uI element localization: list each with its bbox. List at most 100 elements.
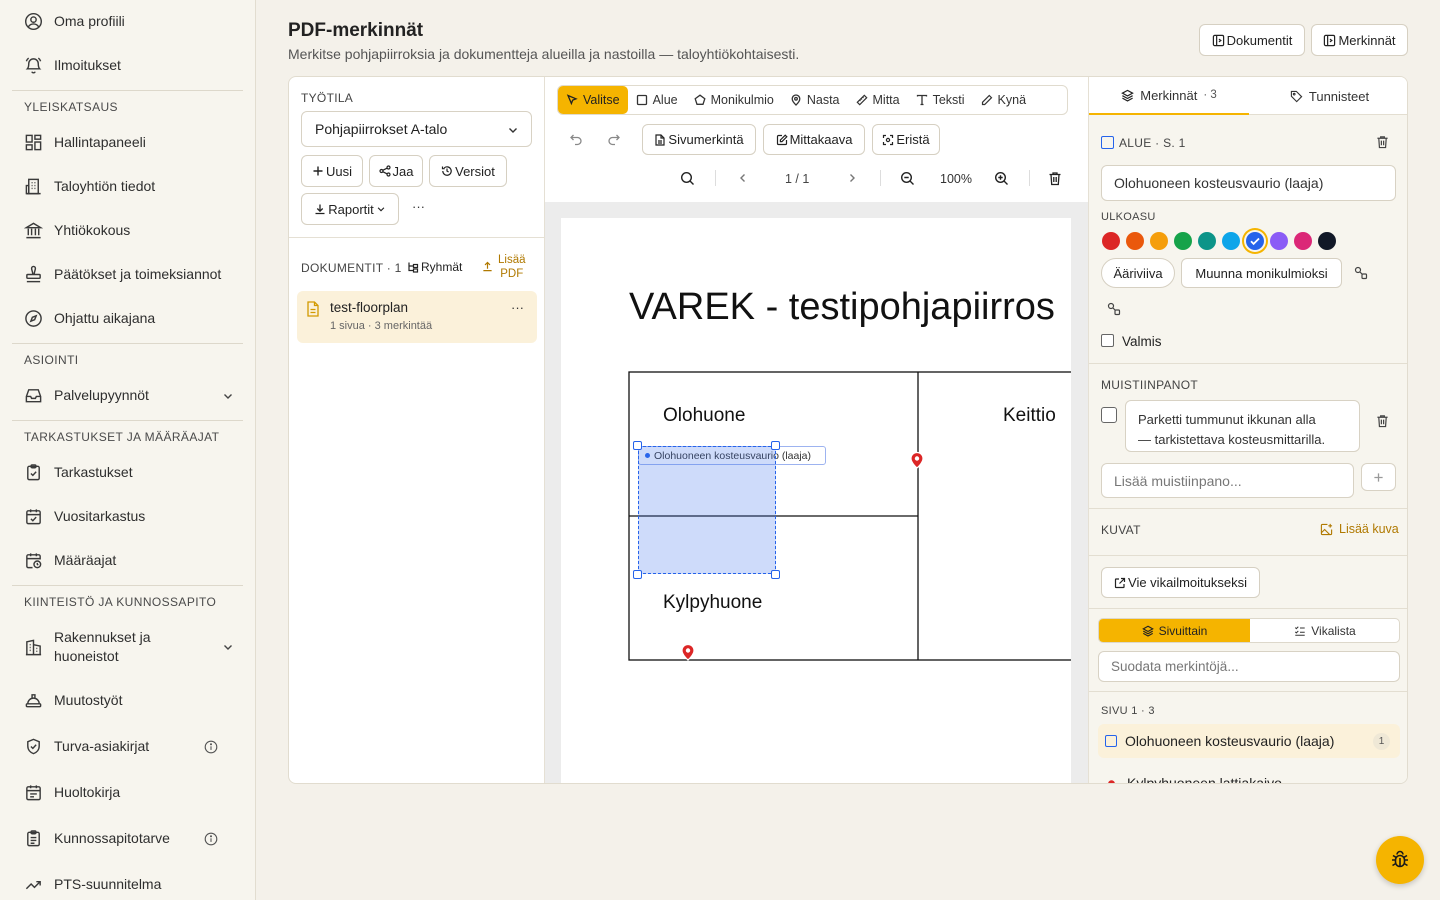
segment-by-page[interactable]: Sivuittain xyxy=(1099,619,1250,642)
tool-pen[interactable]: Kynä xyxy=(973,86,1035,114)
section-divider xyxy=(1089,608,1407,609)
page-marking-button[interactable]: Sivumerkintä xyxy=(642,124,756,155)
pin-marker-icon[interactable] xyxy=(680,643,696,661)
add-pdf-line2: PDF xyxy=(500,268,524,280)
search-icon[interactable] xyxy=(680,171,695,186)
redo-icon[interactable] xyxy=(607,132,621,146)
marking-name-value: Olohuoneen kosteusvaurio (laaja) xyxy=(1114,175,1324,191)
marking-name-input[interactable]: Olohuoneen kosteusvaurio (laaja) xyxy=(1101,165,1396,201)
convert-polygon-button[interactable]: Muunna monikulmioksi xyxy=(1181,258,1342,288)
color-swatch[interactable] xyxy=(1174,232,1192,250)
scale-button[interactable]: Mittakaava xyxy=(763,124,865,155)
color-swatch[interactable] xyxy=(1270,232,1288,250)
tab-tags[interactable]: Tunnisteet xyxy=(1249,77,1407,115)
more-menu-button[interactable]: ··· xyxy=(412,199,425,214)
sidebar-item-inspections[interactable]: Tarkastukset xyxy=(24,463,234,482)
add-pdf-button[interactable]: Lisää PDF xyxy=(482,253,526,281)
color-swatch[interactable] xyxy=(1318,232,1336,250)
resize-handle[interactable] xyxy=(633,441,642,450)
tool-select[interactable]: Valitse xyxy=(558,86,628,114)
marking-list-item[interactable]: Kylpyhuoneen lattiakaivo xyxy=(1098,769,1400,783)
tool-pin[interactable]: Nasta xyxy=(782,86,848,114)
filter-markings-input[interactable]: Suodata merkintöjä... xyxy=(1098,651,1400,682)
color-swatch[interactable] xyxy=(1246,232,1264,250)
reports-button[interactable]: Raportit xyxy=(301,193,399,225)
color-swatch[interactable] xyxy=(1294,232,1312,250)
done-label: Valmis xyxy=(1122,334,1162,349)
workspace-select[interactable]: Pohjapiirrokset A-talo xyxy=(301,111,532,147)
versions-button[interactable]: Versiot xyxy=(429,155,507,187)
color-swatch[interactable] xyxy=(1150,232,1168,250)
resize-handle[interactable] xyxy=(771,441,780,450)
sidebar-section-overview: YLEISKATSAUS xyxy=(24,100,118,114)
area-marking[interactable] xyxy=(638,446,776,574)
tab-markings[interactable]: Merkinnät · 3 xyxy=(1089,77,1249,115)
marking-list-item[interactable]: Olohuoneen kosteusvaurio (laaja) 1 xyxy=(1098,724,1400,758)
isolate-button[interactable]: Eristä xyxy=(872,124,940,155)
sidebar-item-deadlines[interactable]: Määräajat xyxy=(24,551,234,570)
done-checkbox[interactable] xyxy=(1101,334,1114,347)
sidebar-item-label: Vuositarkastus xyxy=(54,508,146,524)
sidebar-item-renovations[interactable]: Muutostyöt xyxy=(24,691,234,710)
outline-button[interactable]: Ääriviiva xyxy=(1101,258,1175,288)
tool-area[interactable]: Alue xyxy=(628,86,686,114)
bug-report-button[interactable] xyxy=(1376,836,1424,884)
info-icon[interactable] xyxy=(204,740,218,754)
pdf-canvas[interactable]: VAREK - testipohjapiirros Olohuone Keitt… xyxy=(545,202,1088,783)
plus-icon xyxy=(313,166,323,176)
trash-icon[interactable] xyxy=(1376,135,1389,149)
documents-toggle-button[interactable]: Dokumentit xyxy=(1199,24,1305,56)
sidebar-item-notifications[interactable]: Ilmoitukset xyxy=(24,56,234,75)
note-textarea[interactable]: Parketti tummunut ikkunan alla — tarkist… xyxy=(1125,400,1360,452)
document-more-button[interactable]: ··· xyxy=(511,300,524,315)
sidebar-item-maintenance-book[interactable]: Huoltokirja xyxy=(24,783,234,802)
trash-icon[interactable] xyxy=(1376,414,1389,428)
sidebar-item-maintenance-needs[interactable]: Kunnossapitotarve xyxy=(24,829,234,848)
zoom-in-icon[interactable] xyxy=(994,171,1009,186)
color-swatch[interactable] xyxy=(1102,232,1120,250)
tool-label: Nasta xyxy=(806,93,840,107)
link-shapes-icon[interactable] xyxy=(1354,266,1368,280)
add-image-button[interactable]: Lisää kuva xyxy=(1320,522,1399,536)
sidebar-item-general-meeting[interactable]: Yhtiökokous xyxy=(24,221,234,240)
pin-marker-icon[interactable] xyxy=(909,451,925,469)
color-swatch[interactable] xyxy=(1222,232,1240,250)
color-swatch[interactable] xyxy=(1198,232,1216,250)
sidebar-item-buildings[interactable]: Rakennukset ja huoneistot xyxy=(24,628,234,666)
sidebar-item-profile[interactable]: Oma profiili xyxy=(24,12,234,31)
sidebar-item-decisions[interactable]: Päätökset ja toimeksiannot xyxy=(24,265,234,284)
pdf-editor-card: TYÖTILA Pohjapiirrokset A-talo Uusi Jaa … xyxy=(288,76,1408,784)
trash-icon[interactable] xyxy=(1048,171,1062,186)
add-note-button[interactable] xyxy=(1361,463,1396,491)
share-button[interactable]: Jaa xyxy=(369,155,423,187)
tool-measure[interactable]: Mitta xyxy=(848,86,908,114)
sidebar-item-dashboard[interactable]: Hallintapaneeli xyxy=(24,133,234,152)
zoom-out-icon[interactable] xyxy=(900,171,915,186)
sidebar-item-pts-plan[interactable]: PTS-suunnitelma xyxy=(24,875,234,894)
tool-polygon[interactable]: Monikulmio xyxy=(686,86,782,114)
resize-handle[interactable] xyxy=(633,570,642,579)
sidebar-item-guided-timeline[interactable]: Ohjattu aikajana xyxy=(24,309,234,328)
sidebar-item-annual-inspection[interactable]: Vuositarkastus xyxy=(24,507,234,526)
chevron-right-icon[interactable] xyxy=(846,172,858,184)
segment-fault-list[interactable]: Vikalista xyxy=(1250,619,1400,642)
calendar-check-icon xyxy=(26,509,41,525)
link-shapes-icon[interactable] xyxy=(1107,302,1121,316)
chevron-left-icon[interactable] xyxy=(737,172,749,184)
note-checkbox[interactable] xyxy=(1101,407,1117,423)
undo-icon[interactable] xyxy=(569,132,583,146)
tool-text[interactable]: Teksti xyxy=(908,86,973,114)
sidebar-item-service-requests[interactable]: Palvelupyynnöt xyxy=(24,386,234,405)
markings-toggle-button[interactable]: Merkinnät xyxy=(1311,24,1408,56)
color-swatch[interactable] xyxy=(1126,232,1144,250)
export-to-fault-report-button[interactable]: Vie vikailmoitukseksi xyxy=(1101,567,1260,598)
sidebar-item-safety-documents[interactable]: Turva-asiakirjat xyxy=(24,737,234,756)
groups-button[interactable]: Ryhmät xyxy=(407,260,462,274)
sidebar-item-company-info[interactable]: Taloyhtiön tiedot xyxy=(24,177,234,196)
document-list-item[interactable]: test-floorplan 1 sivua · 3 merkintää ··· xyxy=(297,291,537,343)
new-button[interactable]: Uusi xyxy=(301,155,363,187)
resize-handle[interactable] xyxy=(771,570,780,579)
new-note-input[interactable]: Lisää muistiinpano... xyxy=(1101,463,1354,498)
info-icon[interactable] xyxy=(204,832,218,846)
file-text-icon xyxy=(655,133,666,146)
